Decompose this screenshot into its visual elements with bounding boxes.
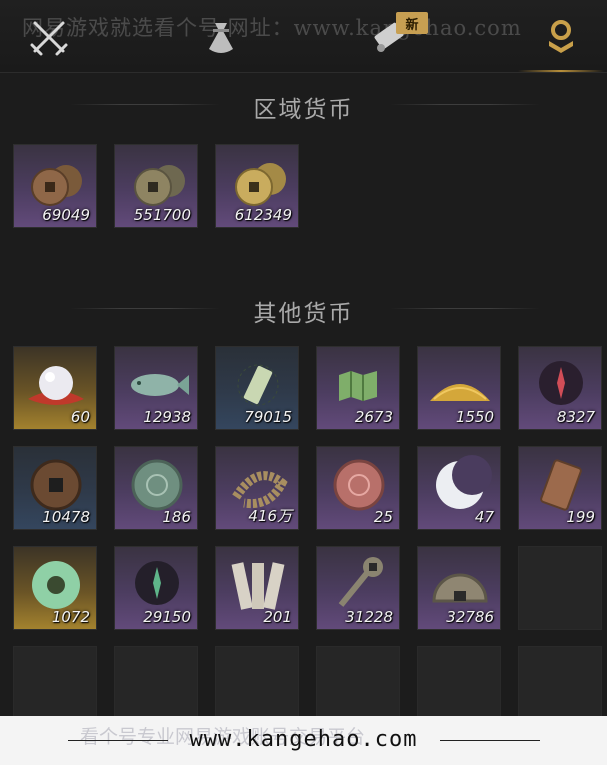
currency-slot[interactable]: 25 — [316, 446, 400, 530]
gold-coins-icon — [235, 163, 286, 206]
crossed-swords-icon — [30, 21, 68, 56]
section-title-regional: 区域货币 — [253, 97, 354, 123]
jade-ring-icon — [32, 561, 80, 609]
bronze-coins-icon — [134, 165, 185, 206]
crescent-moon-icon — [436, 455, 492, 509]
currency-slot[interactable]: 2673 — [316, 346, 400, 430]
currency-count: 1072 — [51, 608, 90, 626]
coin-sword-icon — [338, 557, 383, 607]
currency-slot[interactable]: 12938 — [114, 346, 198, 430]
currency-slot[interactable]: 1072 — [13, 546, 97, 630]
tab-materials[interactable] — [196, 12, 246, 62]
jade-medallion-icon — [131, 459, 183, 511]
currency-slot[interactable]: 8327 — [518, 346, 602, 430]
jade-fish-icon — [131, 374, 189, 396]
currency-slot[interactable]: 31228 — [316, 546, 400, 630]
currency-count: 1550 — [455, 408, 494, 426]
currency-count: 12938 — [143, 408, 191, 426]
currency-count: 2673 — [354, 408, 393, 426]
green-token-icon — [237, 364, 279, 406]
currency-icon — [549, 20, 573, 53]
currency-count: 47 — [474, 508, 494, 526]
watermark-url: www.kangehao.com — [189, 727, 418, 752]
tab-combat[interactable] — [24, 12, 74, 62]
currency-slot[interactable]: 612349 — [215, 144, 299, 228]
currency-slot[interactable]: 551700 — [114, 144, 198, 228]
currency-count: 31228 — [345, 608, 393, 626]
green-emblem-icon — [135, 561, 179, 605]
currency-slot[interactable]: 416万 — [215, 446, 299, 530]
currency-slot[interactable]: 186 — [114, 446, 198, 530]
green-map-icon — [339, 371, 377, 401]
pouch-icon — [209, 23, 233, 53]
currency-count: 612349 — [234, 206, 292, 224]
new-badge: 新 — [396, 12, 428, 34]
currency-slot[interactable]: 47 — [417, 446, 501, 530]
currency-slot[interactable]: 32786 — [417, 546, 501, 630]
section-title-other: 其他货币 — [253, 301, 354, 327]
square-hole-coin-icon — [30, 459, 82, 511]
currency-count: 10478 — [42, 508, 90, 526]
currency-count: 199 — [566, 508, 595, 526]
watermark-top: 网易游戏就选看个号 网址：www.kangehao.com — [22, 16, 522, 40]
currency-count: 25 — [373, 508, 393, 526]
red-medallion-icon — [333, 459, 385, 511]
half-coin-icon — [432, 573, 488, 603]
currency-count: 8327 — [556, 408, 595, 426]
currency-count: 29150 — [143, 608, 191, 626]
currency-count: 79015 — [244, 408, 292, 426]
bronze-tablet-icon — [540, 459, 582, 511]
grain-pile-icon — [430, 384, 490, 401]
currency-count: 186 — [162, 508, 191, 526]
talisman-slips-icon — [231, 562, 285, 610]
currency-slot[interactable]: 69049 — [13, 144, 97, 228]
currency-slot[interactable]: 60 — [13, 346, 97, 430]
currency-count: 201 — [263, 608, 292, 626]
currency-slot[interactable]: 199 — [518, 446, 602, 530]
currency-count: 32786 — [446, 608, 494, 626]
currency-slot[interactable]: 29150 — [114, 546, 198, 630]
currency-count: 416万 — [248, 507, 292, 525]
currency-count: 69049 — [42, 206, 90, 224]
currency-slot[interactable]: 79015 — [215, 346, 299, 430]
copper-coins-icon — [31, 165, 82, 206]
currency-count: 551700 — [133, 206, 191, 224]
currency-slot[interactable]: 10478 — [13, 446, 97, 530]
currency-slot[interactable]: 1550 — [417, 346, 501, 430]
tab-currency[interactable] — [518, 12, 604, 72]
pearl-icon — [28, 366, 84, 405]
currency-slot[interactable]: 201 — [215, 546, 299, 630]
empty-slot — [518, 546, 602, 630]
red-emblem-icon — [539, 361, 583, 405]
currency-count: 60 — [70, 408, 90, 426]
